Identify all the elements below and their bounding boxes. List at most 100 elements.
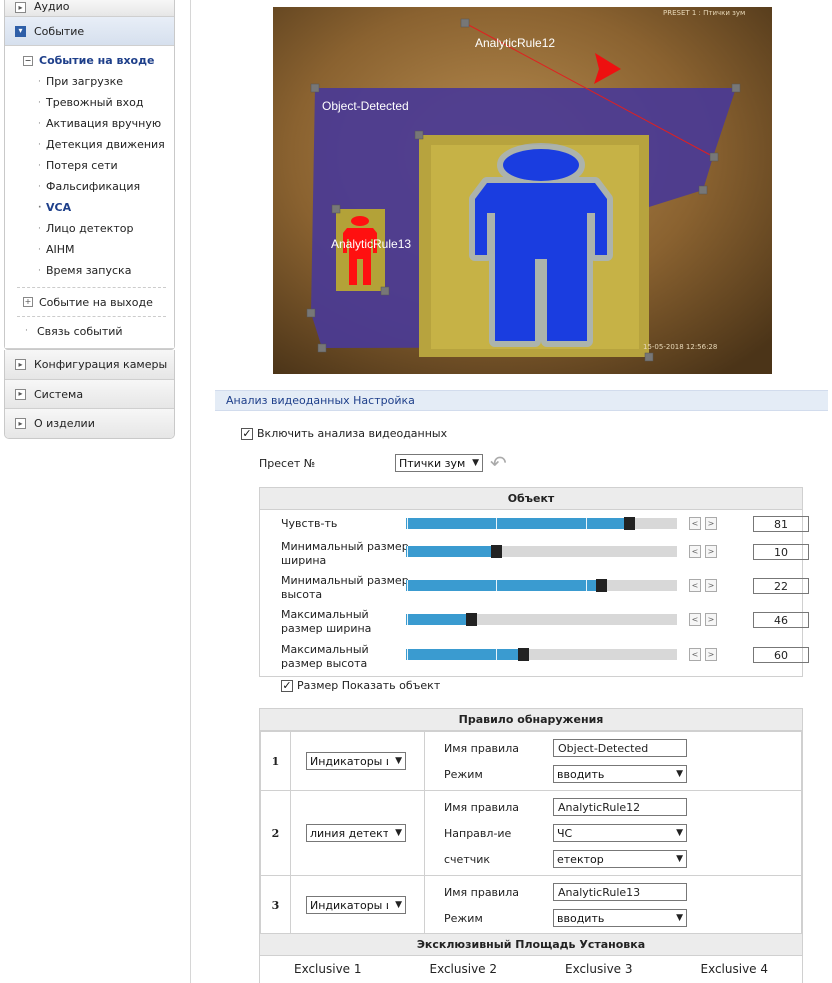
- sidebar-subitem[interactable]: · Тревожный вход: [5, 92, 174, 113]
- refresh-icon[interactable]: ↶: [490, 453, 507, 473]
- rule-type-cell: Индикаторы и ▼: [290, 875, 425, 935]
- rule-option-select[interactable]: ЧС ▼: [553, 824, 687, 842]
- slider-tick: [496, 580, 497, 591]
- expand-icon: ▸: [15, 418, 26, 429]
- slider-track[interactable]: [406, 648, 677, 661]
- sidebar-item-event-in[interactable]: − Событие на входе: [5, 50, 174, 71]
- rule-row: 3 Индикаторы и ▼ Имя правила AnalyticRule13 Р…: [260, 875, 802, 935]
- slider-handle[interactable]: [518, 648, 529, 661]
- increment-button[interactable]: >: [705, 648, 717, 661]
- tab-exclusive[interactable]: Exclusive 3: [531, 962, 667, 976]
- decrement-button[interactable]: <: [689, 517, 701, 530]
- decrement-button[interactable]: <: [689, 648, 701, 661]
- sidebar-subitem[interactable]: · При загрузке: [5, 71, 174, 92]
- sidebar-item-audio[interactable]: ▸ Аудио: [5, 0, 174, 17]
- rule-fields-cell: Имя правила Object-Detected Режим вводить ▼: [424, 731, 802, 791]
- decrement-button[interactable]: <: [689, 579, 701, 592]
- rule-number: 2: [260, 790, 291, 876]
- rule-name-input[interactable]: Object-Detected: [553, 739, 687, 757]
- sidebar-item-event[interactable]: ▾ Событие: [5, 17, 174, 46]
- slider-tick: [496, 518, 497, 529]
- slider-tick: [586, 580, 587, 591]
- slider-tick: [407, 546, 408, 557]
- osd-preset-text: PRESET 1 : Птички зум: [663, 9, 745, 17]
- slider-handle[interactable]: [596, 579, 607, 592]
- sidebar-subitem-label: Лицо детектор: [46, 222, 134, 235]
- sidebar-item-camera-config[interactable]: ▸ Конфигурация камеры: [5, 350, 174, 380]
- slider-track[interactable]: [406, 579, 677, 592]
- preset-row: Пресет № Птички зум ▼ ↶: [259, 453, 519, 473]
- sidebar: ▸ Аудио ▾ Событие − Событие на входе · Пр…: [4, 0, 175, 439]
- sidebar-subitem-label: При загрузке: [46, 75, 124, 88]
- sidebar-subitem[interactable]: · Активация вручную: [5, 113, 174, 134]
- video-preview[interactable]: PRESET 1 : Птички зум AnalyticRule12 Obj…: [273, 7, 772, 374]
- slider-track[interactable]: [406, 545, 677, 558]
- slider-track[interactable]: [406, 517, 677, 530]
- sidebar-item-about[interactable]: ▸ О изделии: [5, 409, 174, 438]
- field-label: счетчик: [444, 852, 491, 866]
- rule-counter-select[interactable]: етектор ▼: [553, 850, 687, 868]
- rule-label: Object-Detected: [322, 99, 409, 113]
- tab-exclusive[interactable]: Exclusive 2: [396, 962, 532, 976]
- panel-title: Эксклюзивный Площадь Установка: [260, 934, 802, 956]
- slider-fill: [406, 649, 520, 660]
- chevron-down-icon: ▼: [395, 900, 402, 910]
- rule-option-select[interactable]: вводить ▼: [553, 765, 687, 783]
- chevron-left-icon: <: [691, 547, 699, 556]
- slider-handle[interactable]: [624, 517, 635, 530]
- preset-select[interactable]: Птички зум ▼: [395, 454, 483, 472]
- sidebar-group-top: ▸ Аудио ▾ Событие − Событие на входе · Пр…: [4, 0, 175, 350]
- rule-name-input[interactable]: AnalyticRule12: [553, 798, 687, 816]
- show-size-checkbox[interactable]: ✓: [281, 679, 293, 692]
- increment-button[interactable]: >: [705, 579, 717, 592]
- slider-tick: [586, 518, 587, 529]
- rule-number: 1: [260, 731, 291, 791]
- divider: [190, 0, 191, 983]
- expand-icon: +: [23, 297, 33, 307]
- sidebar-subitem[interactable]: · Лицо детектор: [5, 218, 174, 239]
- increment-button[interactable]: >: [705, 545, 717, 558]
- sidebar-item-event-out[interactable]: + Событие на выходе: [5, 291, 174, 313]
- exclusive-panel: Эксклюзивный Площадь Установка Exclusive…: [259, 933, 803, 983]
- slider-value-input[interactable]: 22: [753, 578, 809, 594]
- video-canvas[interactable]: PRESET 1 : Птички зум AnalyticRule12 Obj…: [273, 7, 772, 374]
- slider-handle[interactable]: [491, 545, 502, 558]
- slider-value-input[interactable]: 81: [753, 516, 809, 532]
- slider-track[interactable]: [406, 613, 677, 626]
- tab-exclusive[interactable]: Exclusive 4: [667, 962, 803, 976]
- chevron-left-icon: <: [691, 581, 699, 590]
- rule-type-select[interactable]: линия детект ▼: [306, 824, 406, 842]
- rule-name-input[interactable]: AnalyticRule13: [553, 883, 687, 901]
- slider-handle[interactable]: [466, 613, 477, 626]
- sidebar-subitem[interactable]: · Потеря сети: [5, 155, 174, 176]
- slider-label-line: Максимальный: [281, 608, 369, 621]
- sidebar-item-event-link[interactable]: · Связь событий: [5, 320, 174, 342]
- sidebar-subitem[interactable]: · Время запуска: [5, 260, 174, 281]
- rule-option-select[interactable]: вводить ▼: [553, 909, 687, 927]
- sidebar-item-system[interactable]: ▸ Система: [5, 380, 174, 409]
- sidebar-subitem[interactable]: · VCA: [5, 197, 174, 218]
- slider-value-input[interactable]: 10: [753, 544, 809, 560]
- sidebar-subitem[interactable]: · AIHM: [5, 239, 174, 260]
- slider-label-line: Чувств-ть: [281, 517, 338, 530]
- slider-value-input[interactable]: 60: [753, 647, 809, 663]
- rule-row: 1 Индикаторы и ▼ Имя правила Object-Detected…: [260, 731, 802, 791]
- sidebar-subitem[interactable]: · Детекция движения: [5, 134, 174, 155]
- increment-button[interactable]: >: [705, 517, 717, 530]
- bullet-icon: ·: [38, 202, 42, 213]
- rule-type-select[interactable]: Индикаторы и ▼: [306, 896, 406, 914]
- slider-label-line: Минимальный размер: [281, 540, 409, 553]
- rule-type-select[interactable]: Индикаторы и ▼: [306, 752, 406, 770]
- slider-value-input[interactable]: 46: [753, 612, 809, 628]
- slider-label-line: ширина: [281, 554, 327, 567]
- rule-field: Имя правила Object-Detected: [425, 735, 801, 761]
- enable-vca-label: Включить анализа видеоданных: [257, 427, 448, 440]
- chevron-left-icon: <: [691, 519, 699, 528]
- increment-button[interactable]: >: [705, 613, 717, 626]
- tab-exclusive[interactable]: Exclusive 1: [260, 962, 396, 976]
- decrement-button[interactable]: <: [689, 613, 701, 626]
- enable-vca-checkbox[interactable]: ✓: [241, 427, 253, 440]
- sidebar-subitem[interactable]: · Фальсификация: [5, 176, 174, 197]
- slider-tick: [407, 614, 408, 625]
- decrement-button[interactable]: <: [689, 545, 701, 558]
